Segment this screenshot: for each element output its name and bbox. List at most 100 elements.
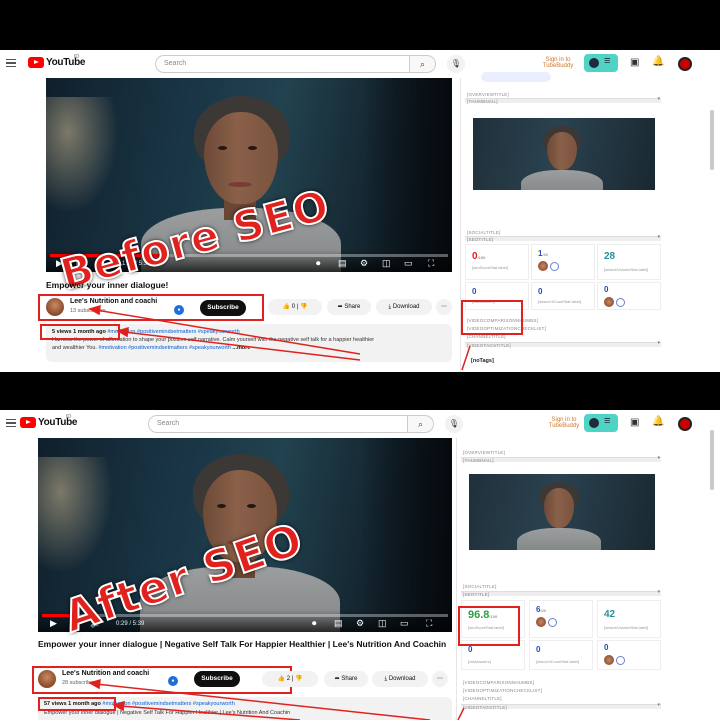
settings-icon[interactable]: ⚙ bbox=[360, 258, 368, 269]
rank-score: 1/20 bbox=[538, 249, 549, 258]
avatar[interactable] bbox=[678, 417, 692, 431]
answers-count: 0 bbox=[468, 645, 473, 654]
tubebuddy-panel: [OVERVIEWTITLE] [THUMBNAIL] [SOCIALTITLE… bbox=[456, 438, 666, 720]
tubebuddy-menu-button[interactable] bbox=[584, 414, 618, 432]
bell-icon[interactable]: 🔔 bbox=[652, 56, 664, 67]
section-bar[interactable]: [THUMBNAIL] bbox=[461, 455, 661, 463]
create-icon[interactable]: ▣ bbox=[630, 57, 639, 68]
panel-tab[interactable] bbox=[481, 72, 551, 82]
mic-icon[interactable]: 🎙 bbox=[447, 55, 465, 73]
mini-avatar bbox=[604, 297, 614, 307]
youtube-header: YouTube ID Search ⌕ 🎙 Sign in to TubeBudd… bbox=[0, 50, 720, 78]
subtitles-icon[interactable]: ▤ bbox=[334, 618, 343, 629]
description-line: and wealthier You. #motivation #positive… bbox=[52, 345, 251, 351]
thumbs-up-icon: 👍 bbox=[277, 676, 287, 682]
lamp-glow bbox=[38, 457, 113, 574]
play-icon[interactable]: ▶ bbox=[50, 618, 57, 629]
settings-icon[interactable]: ⚙ bbox=[356, 618, 364, 629]
theater-icon[interactable]: ▭ bbox=[404, 258, 413, 269]
lamp-glow bbox=[46, 97, 120, 214]
seo-score-highlight-box bbox=[461, 300, 523, 335]
section-bar[interactable]: [SEOTITLE] bbox=[461, 589, 661, 597]
eye bbox=[248, 146, 257, 150]
volume-label: [searchVolumeStat.label] bbox=[604, 267, 649, 272]
desc-url-count: 0 bbox=[536, 645, 541, 654]
thumbs-down-icon: | 👎 bbox=[295, 304, 308, 310]
scrollbar[interactable] bbox=[710, 110, 714, 170]
compare-cell: 0 bbox=[597, 282, 661, 310]
before-seo-screenshot: YouTube ID Search ⌕ 🎙 Sign in to TubeBudd… bbox=[0, 50, 720, 372]
share-button[interactable]: ➦ Share bbox=[327, 299, 371, 315]
panel-label: [OVERVIEWTITLE] bbox=[463, 450, 505, 455]
miniplayer-icon[interactable]: ◫ bbox=[378, 618, 387, 629]
thumbs-down-icon: | 👎 bbox=[290, 676, 303, 682]
search-input[interactable]: Search bbox=[148, 415, 408, 433]
rank-cell: 6/20 bbox=[529, 600, 593, 638]
thumbnail-preview bbox=[469, 474, 655, 550]
like-dislike-button[interactable]: 👍 2 | 👎 bbox=[262, 671, 318, 687]
scrollbar[interactable] bbox=[710, 430, 714, 490]
search-icon[interactable]: ⌕ bbox=[410, 55, 436, 73]
compare-count: 0 bbox=[604, 643, 609, 652]
ring-icon bbox=[616, 656, 625, 665]
channel-highlight-box bbox=[32, 666, 292, 694]
volume-cell: 42 [searchVolumeStat.label] bbox=[597, 600, 661, 638]
tubebuddy-signin-link[interactable]: Sign in to TubeBuddy bbox=[544, 417, 584, 429]
compare-cell: 0 bbox=[597, 640, 661, 670]
section-bar[interactable]: [SEOTITLE] bbox=[465, 234, 661, 242]
avatar[interactable] bbox=[678, 57, 692, 71]
no-tags-text: [noTags] bbox=[471, 358, 494, 364]
desc-url-cell: 0 [descUrlCountStat.label] bbox=[531, 282, 595, 310]
more-actions-icon[interactable]: ⋯ bbox=[432, 671, 448, 687]
search-input[interactable]: Search bbox=[155, 55, 410, 73]
autoplay-toggle-icon[interactable]: ⏺ bbox=[316, 258, 321, 269]
panel-label: [VIDEOOPTIMIZATIONCHECKLIST] bbox=[463, 688, 543, 693]
bell-icon[interactable]: 🔔 bbox=[652, 416, 664, 427]
youtube-logo-icon[interactable] bbox=[20, 417, 36, 428]
mic-icon[interactable]: 🎙 bbox=[445, 415, 463, 433]
section-bar[interactable]: [THUMBNAIL] bbox=[465, 96, 661, 104]
menu-icon[interactable] bbox=[6, 419, 16, 427]
menu-icon[interactable] bbox=[6, 59, 16, 67]
youtube-wordmark[interactable]: YouTube bbox=[46, 57, 86, 68]
theater-icon[interactable]: ▭ bbox=[400, 618, 409, 629]
download-button[interactable]: ⤓ Download bbox=[372, 671, 428, 687]
rank-cell: 1/20 bbox=[531, 244, 595, 280]
volume-cell: 28 [searchVolumeStat.label] bbox=[597, 244, 661, 280]
youtube-logo-icon[interactable] bbox=[28, 57, 44, 68]
fullscreen-icon[interactable]: ⛶ bbox=[426, 618, 432, 629]
tubebuddy-menu-button[interactable] bbox=[584, 54, 618, 72]
eye bbox=[247, 504, 256, 508]
rank-score: 6/20 bbox=[536, 605, 547, 614]
section-bar[interactable]: [VIDEOTAGSTITLE] bbox=[461, 702, 661, 710]
desc-url-count: 0 bbox=[538, 287, 543, 296]
fullscreen-icon[interactable]: ⛶ bbox=[428, 258, 434, 269]
miniplayer-icon[interactable]: ◫ bbox=[382, 258, 391, 269]
woman-face bbox=[204, 112, 278, 204]
subtitles-icon[interactable]: ▤ bbox=[338, 258, 347, 269]
views-highlight-box bbox=[38, 697, 116, 711]
youtube-wordmark[interactable]: YouTube bbox=[38, 417, 78, 428]
ring-icon bbox=[548, 618, 557, 627]
autoplay-toggle-icon[interactable]: ⏺ bbox=[312, 618, 317, 629]
video-title: Empower your inner dialogue | Negative S… bbox=[38, 639, 447, 649]
desc-url-cell: 0 [descUrlCountStat.label] bbox=[529, 640, 593, 670]
desc-url-label: [descUrlCountStat.label] bbox=[536, 659, 580, 664]
seo-score: 0/100 bbox=[472, 251, 486, 262]
volume-score: 42 bbox=[604, 609, 616, 620]
like-dislike-button[interactable]: 👍 0 | 👎 bbox=[268, 299, 322, 315]
seo-score-cell: 0/100 [seoScoreStat.label] bbox=[465, 244, 529, 280]
video-title: Empower your inner dialogue! bbox=[46, 280, 169, 290]
panel-label: [SOCIALTITLE] bbox=[467, 230, 501, 235]
section-bar[interactable]: [VIDEOTAGSTITLE] bbox=[465, 340, 661, 348]
volume-score: 28 bbox=[604, 251, 616, 262]
panel-label: [OVERVIEWTITLE] bbox=[467, 92, 509, 97]
download-button[interactable]: ⤓ Download bbox=[376, 299, 432, 315]
more-actions-icon[interactable]: ⋯ bbox=[436, 299, 452, 315]
tubebuddy-signin-link[interactable]: Sign in to TubeBuddy bbox=[538, 57, 578, 69]
search-icon[interactable]: ⌕ bbox=[408, 415, 434, 433]
share-button[interactable]: ➦ Share bbox=[324, 671, 368, 687]
mini-avatar bbox=[536, 617, 546, 627]
create-icon[interactable]: ▣ bbox=[630, 417, 639, 428]
panel-label: [SOCIALTITLE] bbox=[463, 584, 497, 589]
